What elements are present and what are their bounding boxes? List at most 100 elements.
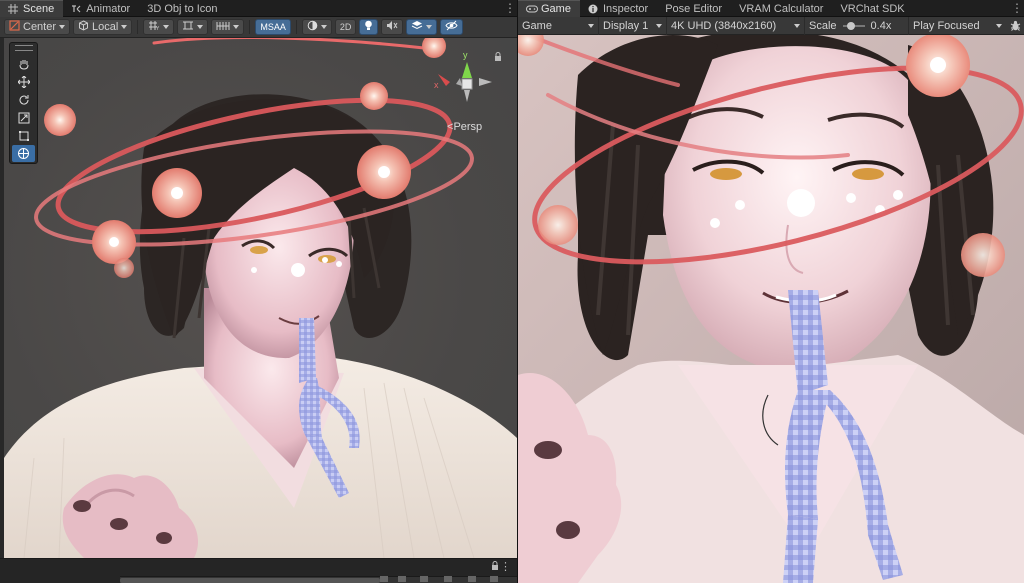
game-mode-label: Game bbox=[522, 19, 552, 32]
transform-tool-icon[interactable] bbox=[12, 145, 35, 162]
cube-icon bbox=[78, 20, 89, 34]
orientation-gizmo[interactable]: y x bbox=[432, 48, 502, 118]
msaa-toggle[interactable]: MSAA bbox=[255, 19, 291, 35]
effects-dropdown[interactable] bbox=[406, 19, 438, 35]
pivot-mode-label: Center bbox=[23, 21, 57, 33]
hand-tool-icon[interactable] bbox=[12, 55, 35, 72]
grid-snap-icon: Y bbox=[148, 20, 160, 34]
game-render bbox=[518, 35, 1024, 583]
eye-slash-icon bbox=[445, 20, 458, 34]
tab-inspector-label: Inspector bbox=[602, 2, 649, 15]
scale-slider[interactable] bbox=[842, 21, 865, 30]
scene-visibility-toggle[interactable] bbox=[440, 19, 464, 35]
overlay-grip[interactable] bbox=[14, 45, 33, 51]
chevron-down-icon bbox=[426, 25, 433, 29]
msaa-label: MSAA bbox=[260, 22, 286, 32]
display-label: Display 1 bbox=[603, 19, 649, 32]
space-mode-label: Local bbox=[92, 21, 119, 33]
tab-scene-label: Scene bbox=[23, 3, 55, 15]
info-icon bbox=[588, 4, 598, 14]
draw-mode-dropdown[interactable] bbox=[301, 19, 332, 35]
tab-inspector[interactable]: Inspector bbox=[580, 0, 657, 17]
scale-control: Scale 0.4x bbox=[805, 16, 909, 35]
play-focused-label: Play Focused bbox=[913, 19, 980, 32]
axis-x-label: x bbox=[434, 80, 439, 90]
grid-snap-button[interactable]: Y bbox=[143, 19, 175, 35]
x-axis-cone[interactable] bbox=[438, 74, 450, 86]
tab-game-label: Game bbox=[541, 3, 571, 15]
game-viewport[interactable] bbox=[518, 35, 1024, 583]
more-menu-icon[interactable]: ⋮ bbox=[500, 560, 511, 573]
display-dropdown[interactable]: Display 1 bbox=[599, 16, 667, 35]
space-mode-dropdown[interactable]: Local bbox=[73, 19, 133, 35]
camera-projection-label[interactable]: <Persp bbox=[447, 121, 482, 133]
snap-increment-button[interactable] bbox=[177, 19, 209, 35]
axis-y-label: y bbox=[463, 50, 468, 60]
persp-text: Persp bbox=[453, 121, 483, 133]
status-icon bbox=[380, 576, 388, 582]
2d-mode-toggle[interactable]: 2D bbox=[334, 19, 357, 35]
scene-toolbar: Center Local Y MSAA 2D bbox=[0, 17, 517, 38]
scene-bottom-bar: ⋮ bbox=[0, 558, 517, 583]
toolbar-separator bbox=[295, 20, 297, 34]
tab-game[interactable]: Game bbox=[518, 0, 580, 17]
scale-slider-knob[interactable] bbox=[847, 21, 856, 30]
game-pane: Game Inspector Pose Editor VRAM Calculat… bbox=[518, 0, 1024, 583]
lock-icon[interactable] bbox=[491, 561, 499, 574]
svg-text:Y: Y bbox=[156, 26, 160, 31]
rect-tool-icon[interactable] bbox=[12, 127, 35, 144]
grid-icon bbox=[8, 4, 18, 14]
status-icon bbox=[490, 576, 498, 582]
play-mode-dropdown[interactable]: Play Focused bbox=[909, 17, 1006, 35]
effects-layers-icon bbox=[411, 20, 423, 34]
y-axis-cone[interactable] bbox=[462, 62, 472, 78]
grid-plane-icon bbox=[216, 20, 230, 34]
scene-pane: Scene Animator 3D Obj to Icon ⋮ Center L… bbox=[0, 0, 517, 583]
scene-tabbar: Scene Animator 3D Obj to Icon ⋮ bbox=[0, 0, 517, 17]
move-tool-icon[interactable] bbox=[12, 73, 35, 90]
game-toolbar: Game Display 1 4K UHD (3840x2160) Scale … bbox=[518, 16, 1024, 35]
2d-mode-label: 2D bbox=[339, 22, 352, 32]
status-icon bbox=[468, 576, 476, 582]
tab-vrchat-sdk[interactable]: VRChat SDK bbox=[832, 0, 913, 17]
chevron-down-icon bbox=[588, 23, 594, 28]
horizontal-scrollbar[interactable] bbox=[120, 576, 517, 583]
chevron-down-icon bbox=[59, 25, 66, 29]
tab-3d-obj-to-icon-label: 3D Obj to Icon bbox=[147, 2, 218, 15]
scene-tools-overlay bbox=[9, 42, 38, 164]
game-mode-dropdown[interactable]: Game bbox=[518, 16, 599, 35]
chevron-down-icon bbox=[794, 23, 800, 28]
tab-pose-editor-label: Pose Editor bbox=[665, 2, 723, 15]
tab-animator[interactable]: Animator bbox=[63, 0, 139, 17]
scrollbar-thumb[interactable] bbox=[120, 578, 380, 583]
rotate-tool-icon[interactable] bbox=[12, 91, 35, 108]
scale-tool-icon[interactable] bbox=[12, 109, 35, 126]
grid-visibility-button[interactable] bbox=[211, 19, 245, 35]
resolution-label: 4K UHD (3840x2160) bbox=[671, 19, 777, 32]
audio-toggle[interactable] bbox=[381, 19, 404, 35]
pivot-mode-dropdown[interactable]: Center bbox=[4, 19, 71, 35]
resolution-dropdown[interactable]: 4K UHD (3840x2160) bbox=[667, 16, 805, 35]
tab-pose-editor[interactable]: Pose Editor bbox=[657, 0, 731, 17]
snap-icon bbox=[182, 20, 194, 34]
game-tab-menu-icon[interactable]: ⋮ bbox=[1010, 0, 1024, 16]
tab-3d-obj-to-icon[interactable]: 3D Obj to Icon bbox=[139, 0, 226, 17]
toolbar-separator bbox=[249, 20, 251, 34]
game-tabbar: Game Inspector Pose Editor VRAM Calculat… bbox=[518, 0, 1024, 17]
animator-icon bbox=[71, 4, 81, 14]
tab-vram-calculator[interactable]: VRAM Calculator bbox=[731, 0, 832, 17]
lightbulb-icon bbox=[364, 20, 373, 34]
toolbar-separator bbox=[137, 20, 139, 34]
tab-vram-calculator-label: VRAM Calculator bbox=[739, 2, 824, 15]
tab-scene[interactable]: Scene bbox=[0, 0, 64, 17]
lighting-toggle[interactable] bbox=[359, 19, 379, 35]
chevron-down-icon bbox=[996, 23, 1002, 28]
status-icon bbox=[444, 576, 452, 582]
bug-icon[interactable] bbox=[1006, 20, 1024, 31]
gamepad-icon bbox=[526, 4, 538, 14]
gizmo-lock-icon[interactable] bbox=[494, 52, 502, 64]
speaker-muted-icon bbox=[386, 20, 398, 34]
chevron-down-icon bbox=[656, 23, 662, 28]
pivot-icon bbox=[9, 20, 20, 34]
scene-tab-menu-icon[interactable]: ⋮ bbox=[503, 0, 517, 16]
